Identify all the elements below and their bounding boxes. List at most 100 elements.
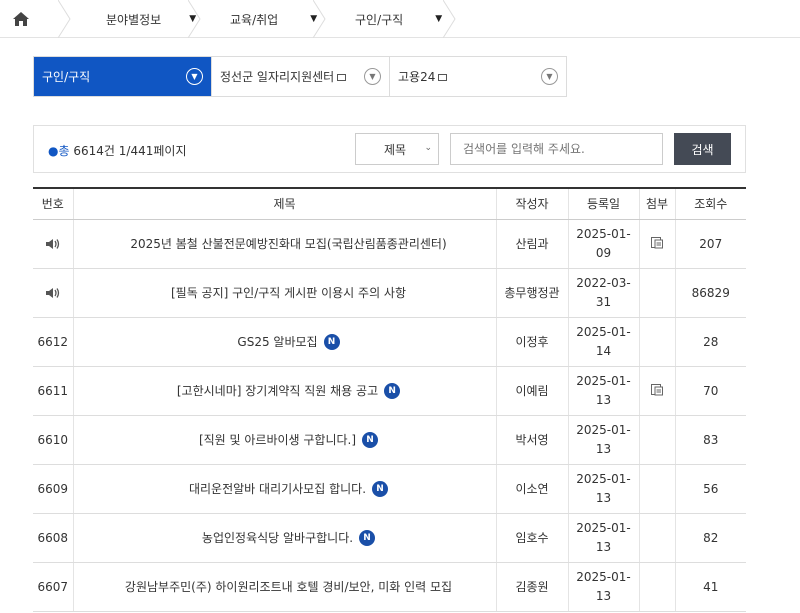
breadcrumb-separator	[58, 0, 71, 38]
notice-cell	[33, 268, 73, 318]
post-author: 이예림	[495, 366, 568, 416]
table-row[interactable]: 2025년 봄철 산불전문예방진화대 모집(국립산림품종관리센터) 산림과 2025…	[33, 219, 746, 269]
post-title-link[interactable]: 농업인정육식당 알바구합니다.	[202, 531, 353, 545]
total-count-value: 6614건	[73, 144, 115, 158]
post-title-cell[interactable]: 농업인정육식당 알바구합니다. N	[72, 513, 496, 563]
post-date: 2025-01- 14	[567, 317, 639, 367]
table-row[interactable]: 6608 농업인정육식당 알바구합니다. N 임호수 2025-01- 13 82	[33, 513, 746, 563]
chevron-down-icon: ▼	[186, 68, 203, 85]
table-row[interactable]: [필독 공지] 구인/구직 게시판 이용시 주의 사항 총무행정관 2022-03-…	[33, 268, 746, 318]
col-header-author: 작성자	[495, 187, 568, 220]
table-row[interactable]: 6607 강원남부주민(주) 하이원리조트내 호텔 경비/보안, 미화 인력 모집…	[33, 562, 746, 612]
tab-jeongseon-job-center[interactable]: 정선군 일자리지원센터 ▼	[212, 57, 390, 96]
breadcrumb-label: 구인/구직	[355, 12, 404, 27]
post-date-line1: 2025-01-	[576, 520, 631, 535]
post-views: 41	[674, 562, 746, 612]
speaker-icon	[45, 238, 59, 249]
bullet-icon: ●	[48, 144, 59, 158]
table-row[interactable]: 6610 [직원 및 아르바이생 구합니다.] N 박서영 2025-01- 13 83	[33, 415, 746, 465]
post-title-link[interactable]: 강원남부주민(주) 하이원리조트내 호텔 경비/보안, 미화 인력 모집	[125, 580, 452, 594]
post-date-line1: 2025-01-	[576, 324, 631, 339]
post-title-link[interactable]: [직원 및 아르바이생 구합니다.]	[199, 433, 356, 447]
post-author: 김종원	[495, 562, 568, 612]
post-title-cell[interactable]: 2025년 봄철 산불전문예방진화대 모집(국립산림품종관리센터)	[72, 219, 496, 269]
post-attachment	[638, 366, 675, 416]
post-title-cell[interactable]: 대리운전알바 대리기사모집 합니다. N	[72, 464, 496, 514]
tab-jobs[interactable]: 구인/구직 ▼	[34, 57, 212, 96]
tab-label: 정선군 일자리지원센터	[220, 70, 335, 84]
post-attachment	[638, 513, 675, 563]
post-date-line2: 14	[595, 343, 612, 358]
post-views: 28	[674, 317, 746, 367]
total-count: ●총 6614건 1/441페이지	[48, 142, 186, 159]
new-badge: N	[372, 481, 389, 498]
post-author: 산림과	[495, 219, 568, 269]
table-row[interactable]: 6609 대리운전알바 대리기사모집 합니다. N 이소연 2025-01- 13 56	[33, 464, 746, 514]
post-date-line1: 2022-03-	[576, 275, 631, 290]
search-button[interactable]: 검색	[674, 133, 731, 165]
post-title-link[interactable]: 대리운전알바 대리기사모집 합니다.	[189, 482, 366, 496]
row-number: 6608	[33, 513, 73, 563]
new-badge: N	[384, 383, 401, 400]
post-title-cell[interactable]: 강원남부주민(주) 하이원리조트내 호텔 경비/보안, 미화 인력 모집	[72, 562, 496, 612]
post-date-line2: 13	[595, 441, 612, 456]
post-views: 207	[674, 219, 746, 269]
post-title-cell[interactable]: [필독 공지] 구인/구직 게시판 이용시 주의 사항	[72, 268, 496, 318]
chevron-down-icon: ▼	[364, 68, 381, 85]
post-author: 총무행정관	[495, 268, 568, 318]
post-title-cell[interactable]: GS25 알바모집 N	[72, 317, 496, 367]
new-badge: N	[362, 432, 379, 449]
post-title-cell[interactable]: [직원 및 아르바이생 구합니다.] N	[72, 415, 496, 465]
breadcrumb-label: 분야별정보	[106, 12, 162, 27]
post-date: 2025-01- 13	[567, 464, 639, 514]
table-row[interactable]: 6611 [고한시네마] 장기계약직 직원 채용 공고 N 이예림 2025-01- 13…	[33, 366, 746, 416]
breadcrumb-item-jobs[interactable]: 구인/구직 ▼	[335, 0, 465, 38]
search-field-value: 제목	[384, 142, 407, 157]
post-author: 이소연	[495, 464, 568, 514]
breadcrumb: 분야별정보 ▼ 교육/취업 ▼ 구인/구직 ▼	[0, 0, 800, 38]
breadcrumb-separator	[188, 0, 201, 38]
row-number: 6609	[33, 464, 73, 514]
breadcrumb-item-category[interactable]: 분야별정보 ▼	[80, 0, 210, 38]
attachment-icon[interactable]	[650, 235, 664, 249]
post-date: 2025-01- 13	[567, 415, 639, 465]
post-attachment	[638, 268, 675, 318]
post-views: 70	[674, 366, 746, 416]
row-number: 6607	[33, 562, 73, 612]
post-title-link[interactable]: [필독 공지] 구인/구직 게시판 이용시 주의 사항	[171, 286, 406, 300]
post-date-line2: 13	[595, 539, 612, 554]
post-date-line2: 13	[595, 588, 612, 603]
post-date: 2025-01- 13	[567, 513, 639, 563]
post-title-link[interactable]: 2025년 봄철 산불전문예방진화대 모집(국립산림품종관리센터)	[130, 237, 446, 251]
caret-down-icon: ▼	[435, 14, 443, 24]
post-date: 2025-01- 13	[567, 562, 639, 612]
post-views: 56	[674, 464, 746, 514]
post-date-line1: 2025-01-	[576, 373, 631, 388]
tab-label: 구인/구직	[42, 70, 91, 84]
post-date: 2025-01- 09	[567, 219, 639, 269]
home-button[interactable]	[0, 0, 80, 38]
search-input[interactable]	[450, 133, 663, 165]
post-attachment	[638, 219, 675, 269]
row-number: 6612	[33, 317, 73, 367]
breadcrumb-item-education[interactable]: 교육/취업 ▼	[210, 0, 335, 38]
tab-label: 고용24	[398, 70, 436, 84]
attachment-icon[interactable]	[650, 382, 664, 396]
post-title-link[interactable]: [고한시네마] 장기계약직 직원 채용 공고	[177, 384, 378, 398]
post-views: 83	[674, 415, 746, 465]
post-date-line2: 09	[595, 245, 612, 260]
row-number: 6611	[33, 366, 73, 416]
post-author: 박서영	[495, 415, 568, 465]
post-title-cell[interactable]: [고한시네마] 장기계약직 직원 채용 공고 N	[72, 366, 496, 416]
table-header: 번호 제목 작성자 등록일 첨부 조회수	[33, 187, 746, 220]
tab-employment24[interactable]: 고용24 ▼	[390, 57, 566, 96]
search-field-select[interactable]: 제목 ⌄	[355, 133, 439, 165]
post-views: 82	[674, 513, 746, 563]
post-date-line1: 2025-01-	[576, 422, 631, 437]
table-row[interactable]: 6612 GS25 알바모집 N 이정후 2025-01- 14 28	[33, 317, 746, 367]
post-attachment	[638, 415, 675, 465]
post-attachment	[638, 317, 675, 367]
col-header-no: 번호	[33, 187, 73, 220]
total-prefix: 총	[58, 144, 70, 158]
post-title-link[interactable]: GS25 알바모집	[237, 335, 317, 349]
